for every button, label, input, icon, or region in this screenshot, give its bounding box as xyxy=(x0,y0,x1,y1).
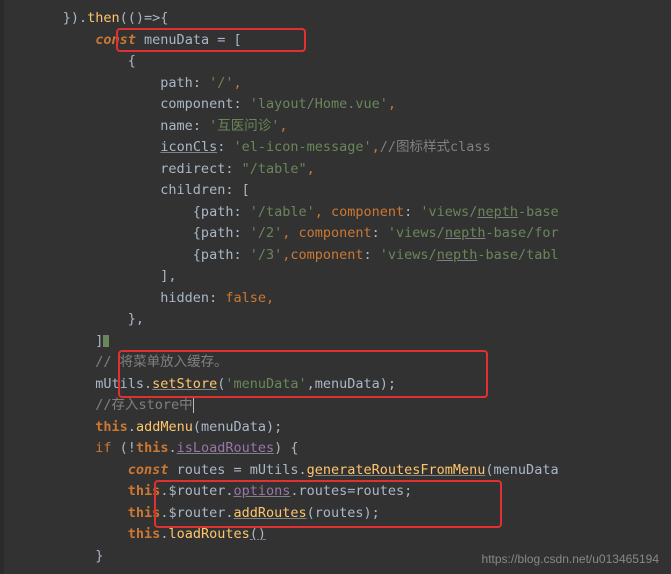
text-cursor-icon xyxy=(193,397,194,413)
code-line: redirect: "/table", xyxy=(4,159,671,181)
code-line: const menuData = [ xyxy=(4,30,671,52)
edit-marker-icon xyxy=(103,335,109,347)
watermark-text: https://blog.csdn.net/u013465194 xyxy=(482,552,659,566)
code-line: }, xyxy=(4,309,671,331)
code-line: {path: '/3',component: 'views/nepth-base… xyxy=(4,245,671,267)
code-line: mUtils.setStore('menuData',menuData); xyxy=(4,374,671,396)
code-line: ], xyxy=(4,266,671,288)
code-editor[interactable]: }).then(()=>{ const menuData = [ { path:… xyxy=(0,0,671,574)
code-line: }).then(()=>{ xyxy=(4,8,671,30)
code-line: //存入store中 xyxy=(4,395,671,417)
code-line: // 将菜单放入缓存。 xyxy=(4,352,671,374)
code-line: { xyxy=(4,51,671,73)
code-line: this.$router.addRoutes(routes); xyxy=(4,503,671,525)
code-line: this.addMenu(menuData); xyxy=(4,417,671,439)
code-line: if (!this.isLoadRoutes) { xyxy=(4,438,671,460)
code-line: {path: '/table', component: 'views/nepth… xyxy=(4,202,671,224)
code-line: iconCls: 'el-icon-message',//图标样式class xyxy=(4,137,671,159)
code-line: const routes = mUtils.generateRoutesFrom… xyxy=(4,460,671,482)
code-line: path: '/', xyxy=(4,73,671,95)
code-line: this.$router.options.routes=routes; xyxy=(4,481,671,503)
code-line: hidden: false, xyxy=(4,288,671,310)
code-line: name: '互医问诊', xyxy=(4,116,671,138)
code-line: {path: '/2', component: 'views/nepth-bas… xyxy=(4,223,671,245)
code-line: children: [ xyxy=(4,180,671,202)
code-line: ] xyxy=(4,331,671,353)
code-line: component: 'layout/Home.vue', xyxy=(4,94,671,116)
code-line: this.loadRoutes() xyxy=(4,524,671,546)
